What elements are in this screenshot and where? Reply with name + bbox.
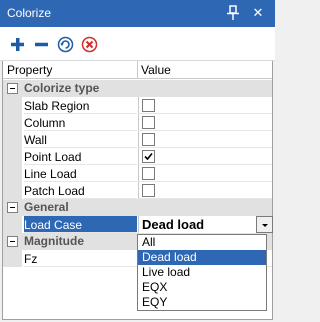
remove-icon[interactable] bbox=[33, 36, 50, 53]
dropdown-option-eqx[interactable]: EQX bbox=[138, 280, 266, 295]
category-label: General bbox=[24, 200, 69, 214]
pin-icon[interactable] bbox=[226, 5, 240, 21]
load-case-combobox[interactable]: Dead load bbox=[139, 216, 273, 233]
column-divider[interactable] bbox=[137, 61, 138, 79]
refresh-icon[interactable] bbox=[57, 36, 74, 53]
category-label: Magnitude bbox=[24, 234, 84, 248]
collapse-icon[interactable] bbox=[7, 236, 18, 247]
property-row-wall[interactable]: Wall bbox=[3, 131, 272, 148]
column-checkbox[interactable] bbox=[142, 116, 155, 129]
value-column-header: Value bbox=[141, 63, 171, 77]
property-name: Fz bbox=[24, 250, 137, 267]
property-row-column[interactable]: Column bbox=[3, 114, 272, 131]
patch-load-checkbox[interactable] bbox=[142, 184, 155, 197]
dropdown-option-eqy[interactable]: EQY bbox=[138, 295, 266, 310]
add-icon[interactable] bbox=[9, 36, 26, 53]
property-name: Patch Load bbox=[24, 182, 137, 199]
property-name: Point Load bbox=[24, 148, 137, 165]
grid-header: Property Value bbox=[3, 61, 272, 79]
checkmark-icon bbox=[144, 152, 153, 161]
title-bar: Colorize ✕ bbox=[0, 0, 275, 27]
load-case-value: Dead load bbox=[142, 217, 205, 232]
category-label: Colorize type bbox=[24, 81, 100, 95]
property-row-point-load[interactable]: Point Load bbox=[3, 148, 272, 165]
property-column-header: Property bbox=[7, 63, 53, 77]
toolbar bbox=[0, 27, 275, 61]
property-name: Wall bbox=[24, 131, 137, 148]
chevron-down-icon[interactable] bbox=[256, 216, 273, 233]
slab-region-checkbox[interactable] bbox=[142, 99, 155, 112]
window-title: Colorize bbox=[7, 6, 52, 20]
category-general[interactable]: General bbox=[3, 199, 272, 216]
property-row-load-case[interactable]: Load Case Dead load bbox=[3, 216, 273, 233]
line-load-checkbox[interactable] bbox=[142, 167, 155, 180]
property-name: Slab Region bbox=[24, 97, 137, 114]
property-row-line-load[interactable]: Line Load bbox=[3, 165, 272, 182]
dropdown-option-dead-load[interactable]: Dead load bbox=[138, 250, 266, 265]
wall-checkbox[interactable] bbox=[142, 133, 155, 146]
property-name: Load Case bbox=[24, 216, 137, 233]
dropdown-option-live-load[interactable]: Live load bbox=[138, 265, 266, 280]
collapse-icon[interactable] bbox=[7, 202, 18, 213]
category-colorize-type[interactable]: Colorize type bbox=[3, 80, 272, 97]
load-case-dropdown-list: All Dead load Live load EQX EQY bbox=[137, 234, 267, 311]
property-row-slab-region[interactable]: Slab Region bbox=[3, 97, 272, 114]
property-row-patch-load[interactable]: Patch Load bbox=[3, 182, 272, 199]
clear-icon[interactable] bbox=[81, 36, 98, 53]
collapse-icon[interactable] bbox=[7, 83, 18, 94]
point-load-checkbox[interactable] bbox=[142, 150, 155, 163]
close-icon[interactable]: ✕ bbox=[250, 4, 266, 22]
property-name: Column bbox=[24, 114, 137, 131]
dropdown-option-all[interactable]: All bbox=[138, 235, 266, 250]
property-name: Line Load bbox=[24, 165, 137, 182]
